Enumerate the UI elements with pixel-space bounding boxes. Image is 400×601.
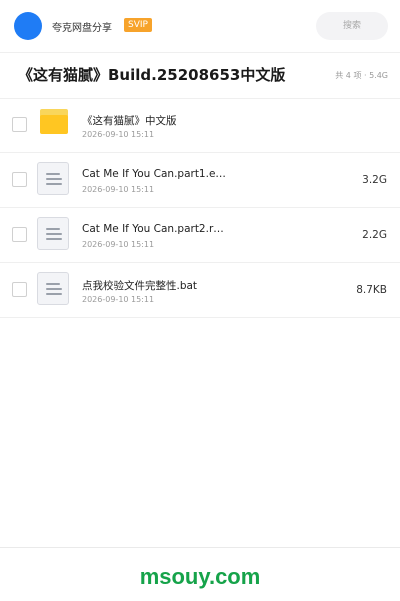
document-icon bbox=[37, 217, 69, 250]
file-date: 2026-09-10 15:11 bbox=[82, 295, 155, 304]
row-checkbox[interactable] bbox=[12, 117, 27, 132]
file-name: Cat Me If You Can.part1.e… bbox=[82, 168, 226, 180]
list-item-file[interactable]: Cat Me If You Can.part2.r… 2026-09-10 15… bbox=[0, 208, 400, 263]
file-size: 8.7KB bbox=[356, 284, 387, 296]
file-list: 《这有猫腻》中文版 2026-09-10 15:11 Cat Me If You… bbox=[0, 98, 400, 318]
file-size: 2.2G bbox=[362, 229, 387, 241]
row-checkbox[interactable] bbox=[12, 172, 27, 187]
search-input[interactable]: 搜索 bbox=[316, 12, 388, 40]
brand-name: 夸克网盘分享 bbox=[52, 23, 112, 34]
footer-bar: msouy.com bbox=[0, 547, 400, 601]
page-title: 《这有猫腻》Build.25208653中文版 bbox=[18, 66, 286, 84]
file-date: 2026-09-10 15:11 bbox=[82, 240, 155, 249]
row-checkbox[interactable] bbox=[12, 282, 27, 297]
folder-icon bbox=[40, 109, 68, 134]
row-checkbox[interactable] bbox=[12, 227, 27, 242]
list-item-file[interactable]: 点我校验文件完整性.bat 2026-09-10 15:11 8.7KB bbox=[0, 263, 400, 318]
share-summary: 共 4 项 · 5.4G bbox=[335, 71, 388, 80]
file-size: 3.2G bbox=[362, 174, 387, 186]
share-title-row: 《这有猫腻》Build.25208653中文版 共 4 项 · 5.4G bbox=[0, 52, 400, 99]
top-bar: 夸克网盘分享 SVIP 搜索 bbox=[0, 0, 400, 53]
file-date: 2026-09-10 15:11 bbox=[82, 185, 155, 194]
watermark-text: msouy.com bbox=[139, 564, 261, 589]
document-icon bbox=[37, 272, 69, 305]
file-name: 点我校验文件完整性.bat bbox=[82, 280, 198, 292]
svip-badge: SVIP bbox=[124, 18, 152, 32]
file-name: Cat Me If You Can.part2.r… bbox=[82, 223, 224, 235]
user-avatar[interactable] bbox=[14, 12, 42, 40]
file-date: 2026-09-10 15:11 bbox=[82, 130, 155, 139]
file-name: 《这有猫腻》中文版 bbox=[82, 115, 177, 127]
list-item-file[interactable]: Cat Me If You Can.part1.e… 2026-09-10 15… bbox=[0, 153, 400, 208]
list-item-folder[interactable]: 《这有猫腻》中文版 2026-09-10 15:11 bbox=[0, 98, 400, 153]
document-icon bbox=[37, 162, 69, 195]
